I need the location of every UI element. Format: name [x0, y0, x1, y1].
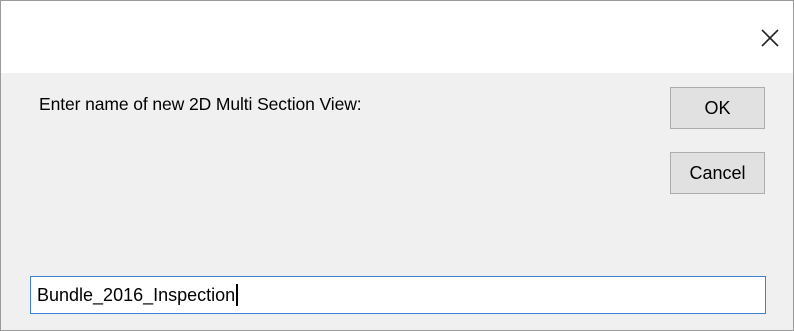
view-name-input-value: Bundle_2016_Inspection: [37, 284, 236, 305]
new-view-name-dialog: Enter name of new 2D Multi Section View:…: [0, 0, 794, 331]
close-icon-glyph: [761, 29, 779, 47]
close-icon[interactable]: [755, 23, 785, 53]
text-caret: [236, 284, 238, 306]
ok-button[interactable]: OK: [670, 87, 765, 129]
cancel-button[interactable]: Cancel: [670, 152, 765, 194]
prompt-label: Enter name of new 2D Multi Section View:: [39, 94, 362, 114]
view-name-input[interactable]: Bundle_2016_Inspection: [30, 276, 766, 314]
dialog-title-bar: [1, 1, 793, 73]
